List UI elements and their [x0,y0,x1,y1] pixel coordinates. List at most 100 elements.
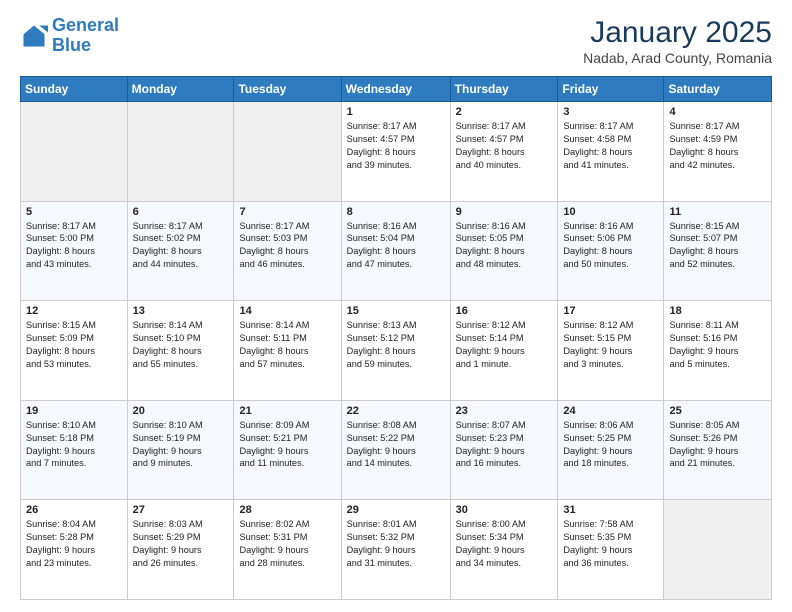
day-number: 14 [239,305,335,317]
day-info: Sunrise: 8:07 AM Sunset: 5:23 PM Dayligh… [456,419,553,471]
calendar-cell: 12 Sunrise: 8:15 AM Sunset: 5:09 PM Dayli… [21,301,128,401]
day-info: Sunrise: 8:01 AM Sunset: 5:32 PM Dayligh… [347,518,445,570]
day-info: Sunrise: 8:13 AM Sunset: 5:12 PM Dayligh… [347,319,445,371]
calendar-cell: 19 Sunrise: 8:10 AM Sunset: 5:18 PM Dayli… [21,400,128,500]
calendar-cell: 23 Sunrise: 8:07 AM Sunset: 5:23 PM Dayli… [450,400,558,500]
calendar-cell: 4Sunrise: 8:17 AM Sunset: 4:59 PM Daylig… [664,102,772,202]
day-info: Sunrise: 8:09 AM Sunset: 5:21 PM Dayligh… [239,419,335,471]
calendar-cell: 28 Sunrise: 8:02 AM Sunset: 5:31 PM Dayli… [234,500,341,600]
day-number: 1 [347,106,445,118]
calendar-cell: 13Sunrise: 8:14 AM Sunset: 5:10 PM Dayli… [127,301,234,401]
day-info: Sunrise: 8:17 AM Sunset: 5:03 PM Dayligh… [239,220,335,272]
day-info: Sunrise: 8:17 AM Sunset: 4:59 PM Dayligh… [669,120,766,172]
day-info: Sunrise: 8:02 AM Sunset: 5:31 PM Dayligh… [239,518,335,570]
calendar-title: January 2025 [583,16,772,50]
calendar-cell: 25Sunrise: 8:05 AM Sunset: 5:26 PM Dayli… [664,400,772,500]
calendar-week-2: 5 Sunrise: 8:17 AM Sunset: 5:00 PM Daylig… [21,201,772,301]
day-info: Sunrise: 8:03 AM Sunset: 5:29 PM Dayligh… [133,518,229,570]
calendar-week-1: 1 Sunrise: 8:17 AM Sunset: 4:57 PM Daylig… [21,102,772,202]
logo-line1: General [52,15,119,35]
day-number: 20 [133,405,229,417]
day-info: Sunrise: 8:12 AM Sunset: 5:15 PM Dayligh… [563,319,658,371]
day-number: 26 [26,504,122,516]
day-info: Sunrise: 8:00 AM Sunset: 5:34 PM Dayligh… [456,518,553,570]
day-header-monday: Monday [127,77,234,102]
calendar-cell: 15Sunrise: 8:13 AM Sunset: 5:12 PM Dayli… [341,301,450,401]
calendar-cell [127,102,234,202]
calendar-cell: 24 Sunrise: 8:06 AM Sunset: 5:25 PM Dayli… [558,400,664,500]
calendar-cell: 30 Sunrise: 8:00 AM Sunset: 5:34 PM Dayli… [450,500,558,600]
day-number: 22 [347,405,445,417]
calendar-cell: 18 Sunrise: 8:11 AM Sunset: 5:16 PM Dayli… [664,301,772,401]
day-info: Sunrise: 8:10 AM Sunset: 5:18 PM Dayligh… [26,419,122,471]
day-info: Sunrise: 8:12 AM Sunset: 5:14 PM Dayligh… [456,319,553,371]
day-number: 28 [239,504,335,516]
day-info: Sunrise: 8:17 AM Sunset: 4:58 PM Dayligh… [563,120,658,172]
calendar-cell: 20Sunrise: 8:10 AM Sunset: 5:19 PM Dayli… [127,400,234,500]
calendar-cell: 6 Sunrise: 8:17 AM Sunset: 5:02 PM Daylig… [127,201,234,301]
header: General Blue January 2025 Nadab, Arad Co… [20,16,772,66]
day-number: 7 [239,206,335,218]
logo: General Blue [20,16,119,56]
day-number: 9 [456,206,553,218]
calendar-cell: 31Sunrise: 7:58 AM Sunset: 5:35 PM Dayli… [558,500,664,600]
calendar-cell: 26 Sunrise: 8:04 AM Sunset: 5:28 PM Dayli… [21,500,128,600]
calendar-cell: 16 Sunrise: 8:12 AM Sunset: 5:14 PM Dayli… [450,301,558,401]
day-info: Sunrise: 8:17 AM Sunset: 4:57 PM Dayligh… [456,120,553,172]
day-info: Sunrise: 8:14 AM Sunset: 5:10 PM Dayligh… [133,319,229,371]
day-info: Sunrise: 8:11 AM Sunset: 5:16 PM Dayligh… [669,319,766,371]
day-header-friday: Friday [558,77,664,102]
calendar-cell: 10 Sunrise: 8:16 AM Sunset: 5:06 PM Dayli… [558,201,664,301]
day-number: 16 [456,305,553,317]
calendar-cell [234,102,341,202]
day-number: 3 [563,106,658,118]
day-info: Sunrise: 8:14 AM Sunset: 5:11 PM Dayligh… [239,319,335,371]
day-number: 29 [347,504,445,516]
day-info: Sunrise: 7:58 AM Sunset: 5:35 PM Dayligh… [563,518,658,570]
day-header-saturday: Saturday [664,77,772,102]
day-number: 11 [669,206,766,218]
calendar-cell: 7 Sunrise: 8:17 AM Sunset: 5:03 PM Daylig… [234,201,341,301]
day-number: 24 [563,405,658,417]
day-info: Sunrise: 8:04 AM Sunset: 5:28 PM Dayligh… [26,518,122,570]
calendar-cell: 27Sunrise: 8:03 AM Sunset: 5:29 PM Dayli… [127,500,234,600]
calendar-subtitle: Nadab, Arad County, Romania [583,50,772,66]
calendar-week-4: 19 Sunrise: 8:10 AM Sunset: 5:18 PM Dayli… [21,400,772,500]
day-info: Sunrise: 8:15 AM Sunset: 5:07 PM Dayligh… [669,220,766,272]
day-number: 5 [26,206,122,218]
calendar-week-5: 26 Sunrise: 8:04 AM Sunset: 5:28 PM Dayli… [21,500,772,600]
logo-text: General Blue [52,16,119,56]
day-info: Sunrise: 8:17 AM Sunset: 4:57 PM Dayligh… [347,120,445,172]
day-info: Sunrise: 8:15 AM Sunset: 5:09 PM Dayligh… [26,319,122,371]
day-number: 17 [563,305,658,317]
day-info: Sunrise: 8:06 AM Sunset: 5:25 PM Dayligh… [563,419,658,471]
calendar-cell: 1 Sunrise: 8:17 AM Sunset: 4:57 PM Daylig… [341,102,450,202]
day-info: Sunrise: 8:17 AM Sunset: 5:00 PM Dayligh… [26,220,122,272]
day-number: 19 [26,405,122,417]
day-number: 21 [239,405,335,417]
page: General Blue January 2025 Nadab, Arad Co… [0,0,792,612]
day-info: Sunrise: 8:17 AM Sunset: 5:02 PM Dayligh… [133,220,229,272]
calendar-cell: 5 Sunrise: 8:17 AM Sunset: 5:00 PM Daylig… [21,201,128,301]
day-info: Sunrise: 8:16 AM Sunset: 5:05 PM Dayligh… [456,220,553,272]
day-info: Sunrise: 8:16 AM Sunset: 5:04 PM Dayligh… [347,220,445,272]
calendar-cell: 3 Sunrise: 8:17 AM Sunset: 4:58 PM Daylig… [558,102,664,202]
calendar-table: SundayMondayTuesdayWednesdayThursdayFrid… [20,76,772,600]
day-number: 6 [133,206,229,218]
calendar-cell: 9 Sunrise: 8:16 AM Sunset: 5:05 PM Daylig… [450,201,558,301]
day-number: 25 [669,405,766,417]
day-info: Sunrise: 8:16 AM Sunset: 5:06 PM Dayligh… [563,220,658,272]
day-number: 18 [669,305,766,317]
calendar-header-row: SundayMondayTuesdayWednesdayThursdayFrid… [21,77,772,102]
calendar-cell: 29 Sunrise: 8:01 AM Sunset: 5:32 PM Dayli… [341,500,450,600]
day-number: 30 [456,504,553,516]
calendar-cell: 14 Sunrise: 8:14 AM Sunset: 5:11 PM Dayli… [234,301,341,401]
calendar-cell [21,102,128,202]
day-number: 10 [563,206,658,218]
day-info: Sunrise: 8:08 AM Sunset: 5:22 PM Dayligh… [347,419,445,471]
calendar-cell: 8Sunrise: 8:16 AM Sunset: 5:04 PM Daylig… [341,201,450,301]
logo-icon [20,22,48,50]
day-number: 12 [26,305,122,317]
day-number: 23 [456,405,553,417]
calendar-week-3: 12 Sunrise: 8:15 AM Sunset: 5:09 PM Dayli… [21,301,772,401]
